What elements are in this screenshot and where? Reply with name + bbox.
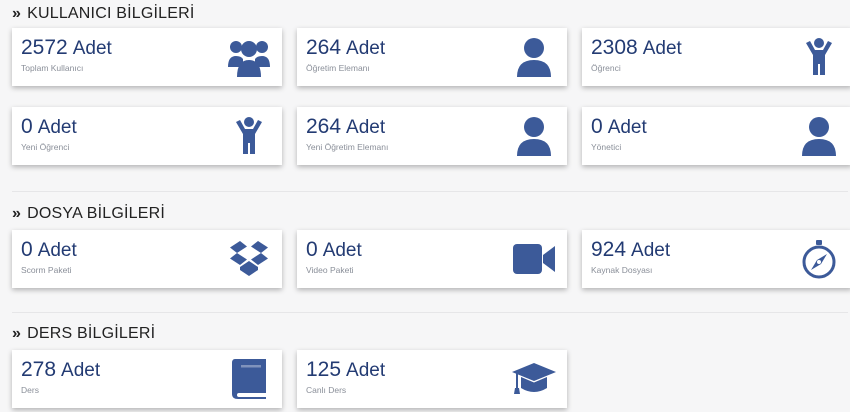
stat-label: Toplam Kullanıcı (21, 63, 84, 73)
graduation-cap-icon (511, 358, 557, 400)
child-icon (796, 36, 842, 78)
users-section-title: » KULLANICI BİLGİLERİ (12, 5, 195, 23)
stat-label: Yeni Öğretim Elemanı (306, 142, 389, 152)
stat-value: 0 Adet (306, 238, 362, 261)
stat-label: Öğretim Elemanı (306, 63, 370, 73)
stat-value: 0 Adet (21, 115, 77, 138)
stat-value: 2308 Adet (591, 36, 682, 59)
stat-label: Scorm Paketi (21, 265, 72, 275)
book-icon (226, 358, 272, 400)
stat-label: Canlı Ders (306, 385, 347, 395)
users-section-title-text: KULLANICI BİLGİLERİ (27, 5, 195, 22)
section-divider (12, 312, 848, 313)
courses-section-title: » DERS BİLGİLERİ (12, 325, 155, 343)
chevron-double-right-icon: » (12, 325, 22, 342)
stat-card-total-users[interactable]: 2572 Adet Toplam Kullanıcı (12, 28, 282, 86)
stat-card-students[interactable]: 2308 Adet Öğrenci (582, 28, 850, 86)
chevron-double-right-icon: » (12, 5, 22, 22)
stat-card-instructors[interactable]: 264 Adet Öğretim Elemanı (297, 28, 567, 86)
compass-icon (796, 238, 842, 280)
stat-card-video[interactable]: 0 Adet Video Paketi (297, 230, 567, 288)
stat-value: 0 Adet (21, 238, 77, 261)
user-icon (796, 115, 842, 157)
stat-label: Ders (21, 385, 39, 395)
video-camera-icon (511, 238, 557, 280)
stat-value: 264 Adet (306, 115, 386, 138)
child-icon (226, 115, 272, 157)
stat-value: 2572 Adet (21, 36, 112, 59)
stat-value: 125 Adet (306, 358, 386, 381)
stat-card-new-instructors[interactable]: 264 Adet Yeni Öğretim Elemanı (297, 107, 567, 165)
stat-label: Öğrenci (591, 63, 621, 73)
user-icon (511, 115, 557, 157)
stat-value: 0 Adet (591, 115, 647, 138)
stat-card-scorm[interactable]: 0 Adet Scorm Paketi (12, 230, 282, 288)
stat-label: Video Paketi (306, 265, 354, 275)
stat-card-admins[interactable]: 0 Adet Yönetici (582, 107, 850, 165)
stat-label: Kaynak Dosyası (591, 265, 653, 275)
courses-section-title-text: DERS BİLGİLERİ (27, 325, 156, 342)
stat-value: 278 Adet (21, 358, 101, 381)
users-icon (226, 36, 272, 78)
stat-value: 924 Adet (591, 238, 671, 261)
stat-card-new-students[interactable]: 0 Adet Yeni Öğrenci (12, 107, 282, 165)
files-section-title-text: DOSYA BİLGİLERİ (27, 205, 165, 222)
stat-card-courses[interactable]: 278 Adet Ders (12, 350, 282, 408)
stat-card-live-courses[interactable]: 125 Adet Canlı Ders (297, 350, 567, 408)
dropbox-icon (226, 238, 272, 280)
section-divider (12, 191, 848, 192)
stat-label: Yönetici (591, 142, 622, 152)
chevron-double-right-icon: » (12, 205, 22, 222)
stat-label: Yeni Öğrenci (21, 142, 70, 152)
user-icon (511, 36, 557, 78)
stat-value: 264 Adet (306, 36, 386, 59)
files-section-title: » DOSYA BİLGİLERİ (12, 205, 165, 223)
stat-card-resource-files[interactable]: 924 Adet Kaynak Dosyası (582, 230, 850, 288)
